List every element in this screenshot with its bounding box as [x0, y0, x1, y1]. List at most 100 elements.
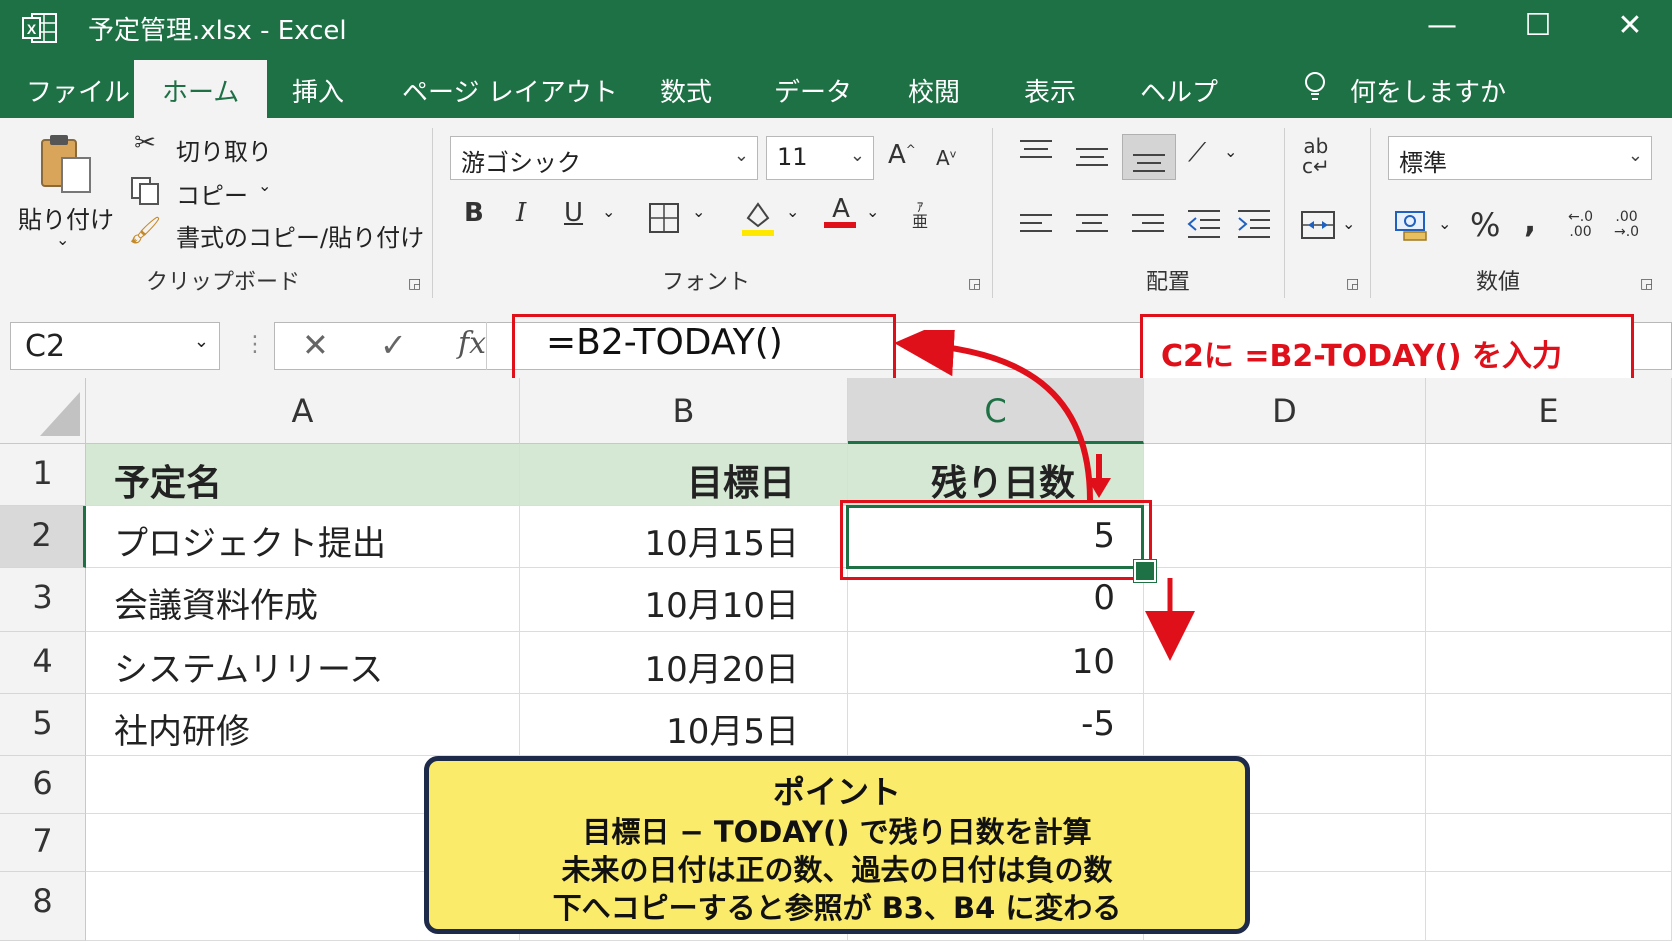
- cell-a2[interactable]: プロジェクト提出: [86, 506, 520, 568]
- font-color-button[interactable]: A: [824, 194, 858, 228]
- row-header-4[interactable]: 4: [0, 632, 86, 694]
- name-box[interactable]: C2 ⌄: [10, 322, 220, 370]
- column-header-e[interactable]: E: [1426, 378, 1672, 444]
- font-size-select[interactable]: 11 ⌄: [766, 136, 874, 180]
- row-header-6[interactable]: 6: [0, 756, 86, 814]
- orientation-icon[interactable]: ⟋: [1188, 138, 1206, 169]
- increase-decimal-icon[interactable]: ←.0.00: [1568, 210, 1593, 240]
- font-group-label: フォント: [662, 270, 751, 295]
- row-header-8[interactable]: 8: [0, 872, 86, 941]
- paste-dropdown-icon[interactable]: ⌄: [56, 230, 69, 249]
- cell-e4[interactable]: [1426, 632, 1672, 694]
- font-name-select[interactable]: 游ゴシック ⌄: [450, 136, 758, 180]
- cell-a4[interactable]: システムリリース: [86, 632, 520, 694]
- clipboard-launcher-icon[interactable]: ◲: [408, 276, 421, 292]
- copy-dropdown-icon[interactable]: ⌄: [258, 176, 271, 195]
- cell-a5[interactable]: 社内研修: [86, 694, 520, 756]
- tab-file[interactable]: ファイル: [26, 72, 130, 109]
- tab-review[interactable]: 校閲: [908, 72, 960, 109]
- align-right-icon[interactable]: [1130, 212, 1166, 238]
- align-middle-icon[interactable]: [1074, 144, 1110, 170]
- number-format-select[interactable]: 標準 ⌄: [1388, 136, 1652, 180]
- cell-b3[interactable]: 10月10日: [520, 568, 848, 632]
- shrink-font-button[interactable]: Av: [936, 146, 956, 170]
- close-icon[interactable]: ✕: [1600, 8, 1660, 43]
- wrap-text-icon[interactable]: ab c↵: [1302, 136, 1330, 176]
- borders-dropdown-icon[interactable]: ⌄: [692, 202, 705, 221]
- tab-help[interactable]: ヘルプ: [1140, 72, 1218, 109]
- underline-dropdown-icon[interactable]: ⌄: [602, 202, 615, 221]
- cell-b5[interactable]: 10月5日: [520, 694, 848, 756]
- alignment-launcher-icon[interactable]: ◲: [1346, 276, 1359, 292]
- fill-color-icon[interactable]: [740, 198, 776, 238]
- row-header-5[interactable]: 5: [0, 694, 86, 756]
- decrease-indent-icon[interactable]: [1186, 208, 1222, 240]
- cell-a1[interactable]: 予定名: [86, 444, 520, 506]
- cell-e3[interactable]: [1426, 568, 1672, 632]
- insert-function-icon[interactable]: fx: [458, 326, 486, 361]
- align-top-icon[interactable]: [1018, 138, 1054, 164]
- tab-page-layout[interactable]: ページ レイアウト: [402, 72, 618, 109]
- cell-c5[interactable]: -5: [848, 694, 1144, 756]
- tab-home[interactable]: ホーム: [134, 60, 268, 118]
- number-group-label: 数値: [1476, 270, 1521, 295]
- cell-e6[interactable]: [1426, 756, 1672, 814]
- cell-e7[interactable]: [1426, 814, 1672, 872]
- column-header-b[interactable]: B: [520, 378, 848, 444]
- borders-icon[interactable]: [648, 202, 680, 234]
- align-left-icon[interactable]: [1018, 212, 1054, 238]
- row-header-7[interactable]: 7: [0, 814, 86, 872]
- accounting-format-icon[interactable]: [1394, 208, 1430, 242]
- increase-indent-icon[interactable]: [1236, 208, 1272, 240]
- cell-e8[interactable]: [1426, 872, 1672, 941]
- number-launcher-icon[interactable]: ◲: [1640, 276, 1653, 292]
- group-divider: [1284, 128, 1285, 298]
- column-header-a[interactable]: A: [86, 378, 520, 444]
- select-all-button[interactable]: [0, 378, 86, 444]
- cancel-icon[interactable]: ✕: [302, 326, 329, 364]
- merge-center-icon[interactable]: [1300, 210, 1336, 240]
- font-color-dropdown-icon[interactable]: ⌄: [866, 202, 879, 221]
- cell-e2[interactable]: [1426, 506, 1672, 568]
- font-launcher-icon[interactable]: ◲: [968, 276, 981, 292]
- cell-a3[interactable]: 会議資料作成: [86, 568, 520, 632]
- group-divider: [1370, 128, 1371, 298]
- cell-b2[interactable]: 10月15日: [520, 506, 848, 568]
- row-header-2[interactable]: 2: [0, 506, 86, 568]
- orientation-dropdown-icon[interactable]: ⌄: [1224, 142, 1237, 161]
- align-bottom-button[interactable]: [1122, 134, 1176, 180]
- format-painter-button[interactable]: 書式のコピー/貼り付け: [176, 218, 424, 253]
- grow-font-button[interactable]: A^: [888, 140, 916, 170]
- chevron-down-icon: ⌄: [733, 145, 749, 166]
- cell-b1[interactable]: 目標日: [520, 444, 848, 506]
- cut-button[interactable]: 切り取り: [176, 132, 272, 167]
- accounting-dropdown-icon[interactable]: ⌄: [1438, 214, 1451, 233]
- cell-e5[interactable]: [1426, 694, 1672, 756]
- tab-data[interactable]: データ: [774, 72, 852, 109]
- row-header-1[interactable]: 1: [0, 444, 86, 506]
- fill-color-dropdown-icon[interactable]: ⌄: [786, 202, 799, 221]
- paste-icon[interactable]: [38, 132, 96, 196]
- maximize-icon[interactable]: ☐: [1508, 8, 1568, 43]
- tell-me-search[interactable]: 何をしますか: [1350, 72, 1506, 109]
- underline-button[interactable]: U: [564, 198, 583, 228]
- cell-d5[interactable]: [1144, 694, 1426, 756]
- copy-button[interactable]: コピー: [176, 176, 248, 211]
- cell-b4[interactable]: 10月20日: [520, 632, 848, 694]
- merge-dropdown-icon[interactable]: ⌄: [1342, 214, 1355, 233]
- bold-button[interactable]: B: [464, 198, 484, 228]
- decrease-decimal-icon[interactable]: .00 →.0: [1614, 210, 1639, 240]
- enter-check-icon[interactable]: ✓: [380, 326, 407, 364]
- italic-button[interactable]: I: [516, 198, 526, 228]
- phonetic-guide-icon[interactable]: ｧ亜: [912, 198, 928, 230]
- cell-e1[interactable]: [1426, 444, 1672, 506]
- minimize-icon[interactable]: —: [1412, 8, 1472, 43]
- row-header-3[interactable]: 3: [0, 568, 86, 632]
- alignment-group-label: 配置: [1146, 270, 1191, 295]
- percent-style-button[interactable]: %: [1470, 206, 1500, 244]
- tab-insert[interactable]: 挿入: [292, 72, 344, 109]
- tab-formulas[interactable]: 数式: [660, 72, 712, 109]
- align-center-icon[interactable]: [1074, 212, 1110, 238]
- comma-style-button[interactable]: ,: [1524, 202, 1536, 240]
- tab-view[interactable]: 表示: [1024, 72, 1076, 109]
